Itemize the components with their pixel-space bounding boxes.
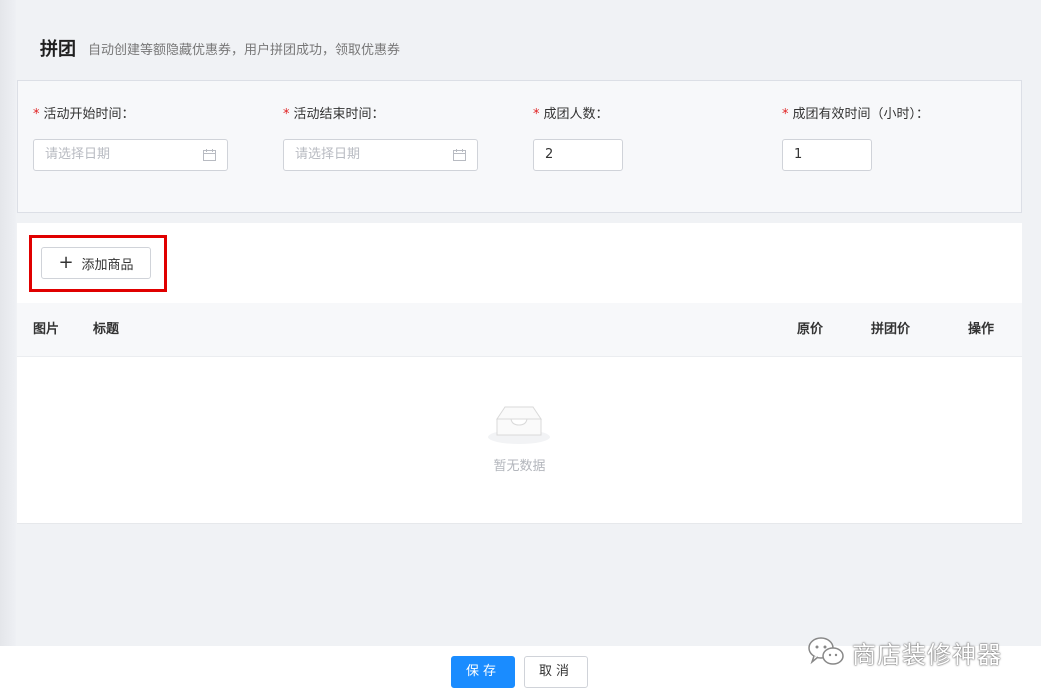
required-mark: * [782,107,789,122]
cancel-button[interactable]: 取消 [524,656,588,688]
add-product-button[interactable]: + 添加商品 [41,247,151,279]
end-time-placeholder: 请选择日期 [295,147,361,162]
start-time-item: * 活动开始时间： 请选择日期 [33,105,228,171]
valid-hours-label: * 成团有效时间（小时）： [782,107,930,122]
start-time-label: * 活动开始时间： [33,107,135,122]
required-mark: * [533,107,540,122]
page-header: 拼团 自动创建等额隐藏优惠券，用户拼团成功，领取优惠券 [40,36,400,60]
end-time-item: * 活动结束时间： 请选择日期 [283,105,478,171]
plus-icon: + [58,252,74,273]
page-title: 拼团 [40,39,76,60]
page-description: 自动创建等额隐藏优惠券，用户拼团成功，领取优惠券 [88,42,401,58]
calendar-icon [453,149,466,161]
empty-inbox-icon [488,406,550,444]
add-product-label: 添加商品 [81,257,134,273]
save-button[interactable]: 保存 [451,656,515,688]
product-table-card: + 添加商品 图片 标题 原价 拼团价 操作 暂无数据 [17,223,1022,524]
table-header: 图片 标题 原价 拼团价 操作 [17,303,1022,357]
activity-form: * 活动开始时间： 请选择日期 * 活动结束时间： 请选择日期 * 成团人数： 2 *… [17,80,1022,213]
valid-hours-item: * 成团有效时间（小时）： 1 [782,105,930,171]
column-title: 标题 [93,322,120,337]
watermark: 商店装修神器 [806,632,1002,672]
required-mark: * [283,107,290,122]
wechat-icon [808,637,844,665]
calendar-icon [203,149,216,161]
empty-text: 暂无数据 [493,459,546,474]
column-original-price: 原价 [797,322,824,337]
valid-hours-input[interactable]: 1 [782,139,872,171]
end-time-picker[interactable]: 请选择日期 [283,139,478,171]
group-size-item: * 成团人数： 2 [533,105,623,171]
left-shade [0,0,16,646]
column-group-price: 拼团价 [871,322,911,337]
group-size-input[interactable]: 2 [533,139,623,171]
empty-state: 暂无数据 [17,357,1022,523]
start-time-picker[interactable]: 请选择日期 [33,139,228,171]
end-time-label: * 活动结束时间： [283,107,385,122]
start-time-placeholder: 请选择日期 [45,147,111,162]
watermark-text: 商店装修神器 [852,640,1002,669]
group-size-label: * 成团人数： [533,107,609,122]
column-image: 图片 [33,322,60,337]
column-actions: 操作 [968,322,995,337]
required-mark: * [33,107,40,122]
